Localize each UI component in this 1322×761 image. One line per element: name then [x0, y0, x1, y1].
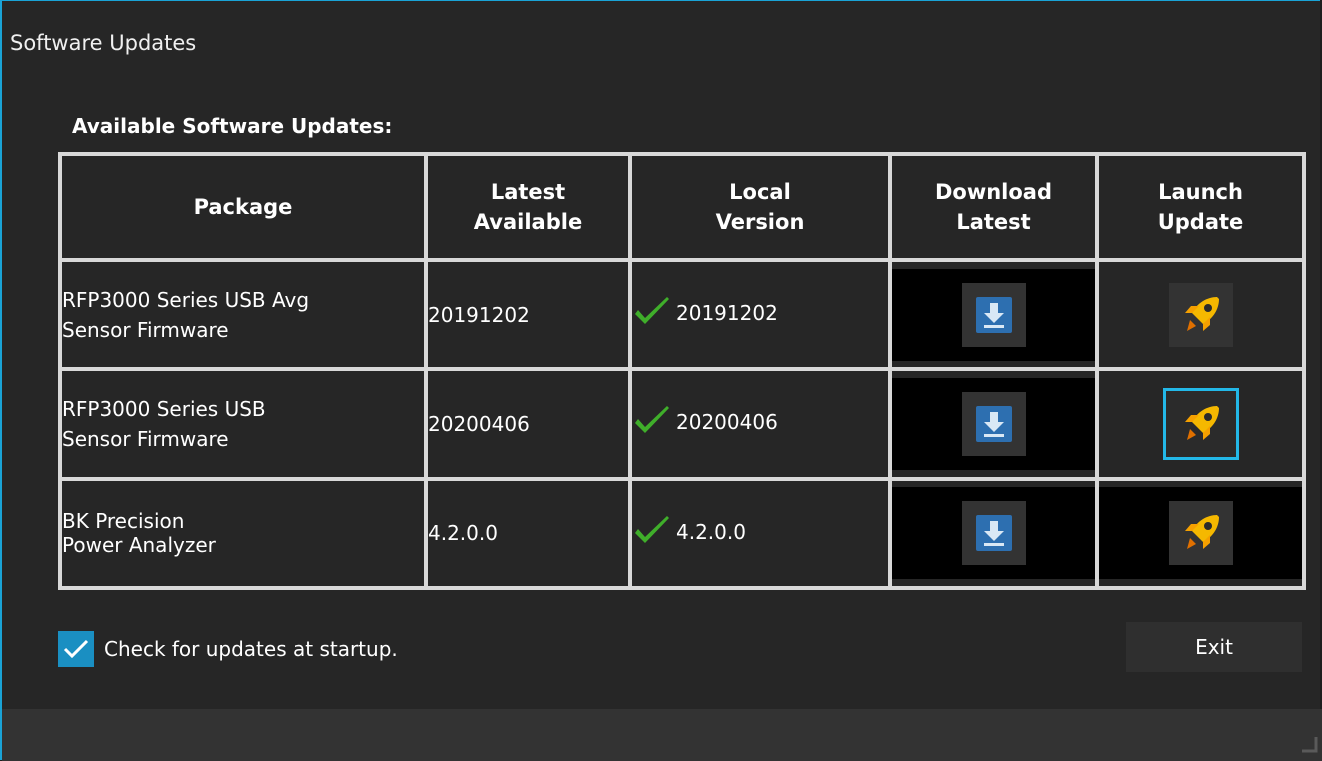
launch-update-button[interactable]	[1099, 269, 1302, 361]
column-header-line: Latest	[956, 210, 1031, 234]
updates-table: Package Latest Available Local Version Dow…	[58, 152, 1306, 590]
package-name-line1: RFP3000 Series USB	[62, 396, 266, 421]
resize-grip-icon[interactable]	[1298, 733, 1318, 757]
launch-update-cell	[1097, 260, 1304, 370]
local-version-cell: 4.2.0.0	[630, 478, 890, 588]
column-header-line: Available	[473, 210, 583, 234]
package-name-cell: RFP3000 Series USB Sensor Firmware	[60, 369, 426, 479]
latest-available-cell: 20200406	[426, 369, 630, 479]
launch-update-cell	[1097, 369, 1304, 479]
package-name-cell: BK Precision Power Analyzer	[60, 478, 426, 588]
local-version-cell: 20191202	[630, 260, 890, 370]
status-bar	[2, 709, 1322, 761]
column-header-line: Local	[729, 180, 791, 204]
latest-available-cell: 4.2.0.0	[426, 478, 630, 588]
window-title: Software Updates	[10, 31, 197, 55]
package-name-cell: RFP3000 Series USB Avg Sensor Firmware	[60, 260, 426, 370]
package-name-line2: Sensor Firmware	[62, 317, 229, 342]
startup-check-checkbox[interactable]: Check for updates at startup.	[58, 631, 398, 667]
checkmark-icon	[632, 515, 672, 552]
column-header-line: Launch	[1158, 180, 1243, 204]
rocket-icon	[1168, 501, 1233, 566]
software-updates-window: Software Updates Available Software Upda…	[0, 0, 1322, 761]
checkmark-icon	[632, 296, 672, 333]
rocket-icon	[1168, 282, 1233, 347]
checkmark-icon	[632, 405, 672, 442]
download-button[interactable]	[892, 268, 1095, 361]
package-name-line1: RFP3000 Series USB Avg	[62, 287, 310, 312]
download-icon	[961, 501, 1026, 566]
rocket-icon	[1162, 387, 1239, 460]
checkbox-checked-icon[interactable]	[58, 631, 94, 667]
column-header-launch-update: Launch Update	[1097, 154, 1304, 260]
local-version-text: 20191202	[676, 301, 778, 326]
latest-available-cell: 20191202	[426, 260, 630, 370]
local-version-cell: 20200406	[630, 369, 890, 479]
launch-update-cell	[1097, 478, 1304, 588]
download-latest-cell	[890, 369, 1097, 479]
column-header-line: Download	[934, 180, 1053, 204]
column-header-download-latest: Download Latest	[890, 154, 1097, 260]
launch-update-button[interactable]	[1099, 378, 1302, 470]
download-icon	[961, 391, 1026, 456]
startup-check-label: Check for updates at startup.	[104, 637, 398, 661]
column-header-package: Package	[60, 154, 426, 260]
table-header-row: Package Latest Available Local Version Dow…	[60, 154, 1304, 260]
section-heading: Available Software Updates:	[72, 114, 393, 138]
column-header-local-version: Local Version	[630, 154, 890, 260]
download-button[interactable]	[892, 377, 1095, 470]
download-icon	[961, 282, 1026, 347]
package-name-line2: Sensor Firmware	[62, 426, 229, 451]
download-latest-cell	[890, 478, 1097, 588]
launch-update-button[interactable]	[1099, 487, 1302, 580]
local-version-text: 20200406	[676, 410, 778, 435]
column-header-line: Latest	[490, 180, 566, 204]
table-row: RFP3000 Series USB Sensor Firmware 20200…	[60, 369, 1304, 479]
table-row: BK Precision Power Analyzer 4.2.0.0 4.2.…	[60, 478, 1304, 588]
package-name-line1: BK Precision	[62, 509, 185, 534]
table-row: RFP3000 Series USB Avg Sensor Firmware 2…	[60, 260, 1304, 370]
column-header-line: Version	[715, 210, 805, 234]
package-name-line2: Power Analyzer	[62, 533, 216, 558]
local-version-text: 4.2.0.0	[676, 519, 746, 544]
exit-button[interactable]: Exit	[1126, 622, 1302, 672]
download-button[interactable]	[892, 487, 1095, 580]
download-latest-cell	[890, 260, 1097, 370]
column-header-line: Update	[1157, 210, 1244, 234]
column-header-latest-available: Latest Available	[426, 154, 630, 260]
